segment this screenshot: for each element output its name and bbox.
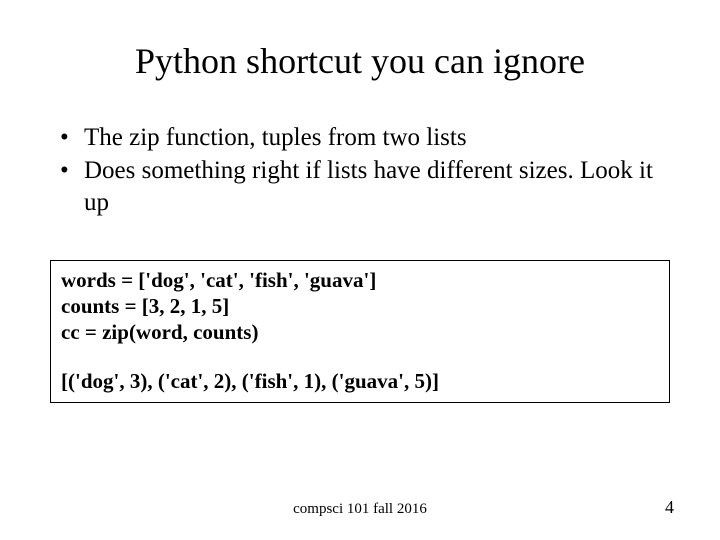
blank-line: [61, 346, 659, 368]
code-line: cc = zip(word, counts): [61, 319, 659, 345]
bullet-item: Does something right if lists have diffe…: [60, 155, 670, 218]
code-box: words = ['dog', 'cat', 'fish', 'guava'] …: [50, 260, 670, 403]
slide: Python shortcut you can ignore The zip f…: [0, 0, 720, 540]
footer-text: compsci 101 fall 2016: [0, 501, 720, 518]
code-line: words = ['dog', 'cat', 'fish', 'guava']: [61, 267, 659, 293]
code-output: [('dog', 3), ('cat', 2), ('fish', 1), ('…: [61, 368, 659, 394]
bullet-list: The zip function, tuples from two lists …: [60, 122, 670, 218]
bullet-item: The zip function, tuples from two lists: [60, 122, 670, 153]
page-number: 4: [665, 497, 674, 518]
slide-title: Python shortcut you can ignore: [50, 40, 670, 82]
code-line: counts = [3, 2, 1, 5]: [61, 293, 659, 319]
